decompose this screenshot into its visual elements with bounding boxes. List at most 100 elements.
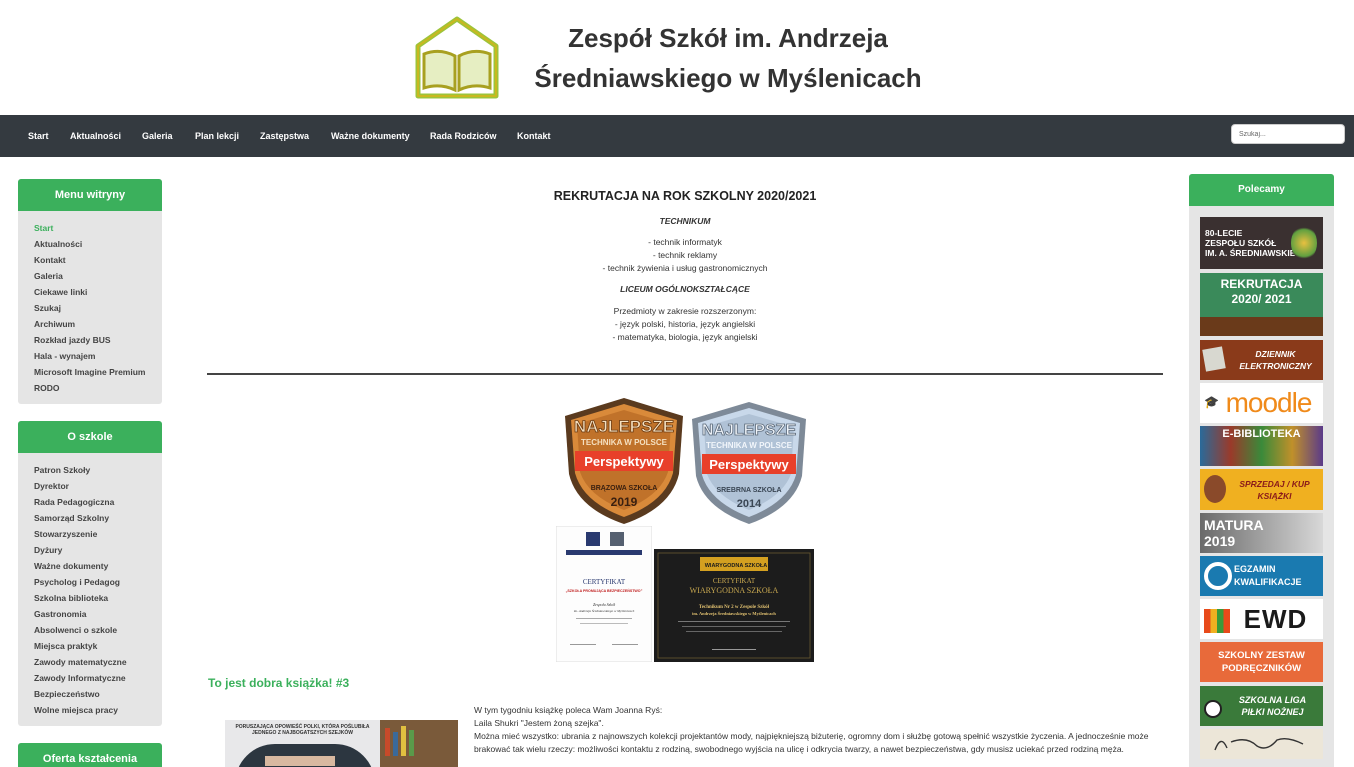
post-line: Laila Shukri "Jestem żoną szejka".: [474, 718, 604, 728]
cert1-school2: im. Andrzeja Średniawskiego w Myślenicac…: [574, 608, 635, 613]
banner-80-line: ZESPOŁU SZKÓŁ: [1205, 238, 1277, 248]
oferta-title: Oferta kształcenia: [18, 743, 162, 767]
banner-egzamin[interactable]: EGZAMIN KWALIFIKACJE: [1200, 556, 1323, 596]
banner-zestaw-line: PODRĘCZNIKÓW: [1221, 663, 1302, 674]
site-title-line2: Średniawskiego w Myślenicach: [534, 63, 922, 93]
banner-rekrutacja[interactable]: REKRUTACJA 2020/ 2021: [1200, 273, 1323, 336]
menu-item-aktualnosci[interactable]: Aktualności: [34, 236, 162, 252]
about-item-bezpieczenstwo[interactable]: Bezpieczeństwo: [34, 686, 162, 702]
about-item-biblioteka[interactable]: Szkolna biblioteka: [34, 590, 162, 606]
search-input[interactable]: [1231, 124, 1345, 144]
about-item-rada-pedagogiczna[interactable]: Rada Pedagogiczna: [34, 494, 162, 510]
banner-matura-line: MATURA: [1204, 517, 1264, 533]
banner-liga-line: SZKOLNA LIGA: [1238, 695, 1307, 705]
liceum-item: - język polski, historia, język angielsk…: [614, 319, 756, 329]
menu-witryny-title: Menu witryny: [18, 179, 162, 211]
badge2-brand: Perspektywy: [709, 457, 789, 472]
menu-item-archiwum[interactable]: Archiwum: [34, 316, 162, 332]
about-item-wolne-miejsca[interactable]: Wolne miejsca pracy: [34, 702, 162, 718]
about-item-samorzad[interactable]: Samorząd Szkolny: [34, 510, 162, 526]
banner-moodle[interactable]: 🎓 moodle: [1200, 383, 1323, 423]
site-header: Zespół Szkół im. Andrzeja Średniawskiego…: [0, 0, 1354, 115]
banner-zestaw[interactable]: SZKOLNY ZESTAW PODRĘCZNIKÓW: [1200, 642, 1323, 682]
banner-dziennik[interactable]: DZIENNIK ELEKTRONICZNY: [1200, 340, 1323, 380]
section-divider: [207, 373, 1163, 375]
post-title[interactable]: To jest dobra książka! #3: [208, 676, 349, 690]
technikum-item: - technik reklamy: [652, 250, 718, 260]
cert2-school2: im. Andrzeja Średniawskiego w Myślenicac…: [692, 611, 776, 616]
book-cover-image[interactable]: PORUSZAJĄCA OPOWIEŚĆ POLKI, KTÓRA POŚLUB…: [225, 720, 458, 767]
post-line: Można mieć wszystko: ubrania z najnowszy…: [474, 731, 1149, 754]
post-body: W tym tygodniu książkę poleca Wam Joanna…: [474, 704, 1154, 756]
banner-ewd[interactable]: EWD: [1200, 599, 1323, 639]
banner-e-biblioteka[interactable]: E-BIBLIOTEKA: [1200, 426, 1323, 466]
menu-item-hala[interactable]: Hala - wynajem: [34, 348, 162, 364]
post-line: W tym tygodniu książkę poleca Wam Joanna…: [474, 705, 663, 715]
about-item-patron[interactable]: Patron Szkoły: [34, 462, 162, 478]
about-item-zawody-inf[interactable]: Zawody Informatyczne: [34, 670, 162, 686]
site-title: Zespół Szkół im. Andrzeja Średniawskiego…: [520, 18, 936, 98]
person-icon: [1204, 475, 1226, 503]
banner-rekrutacja-line: 2020/ 2021: [1231, 292, 1292, 306]
banner-ebiblioteka-text: E-BIBLIOTEKA: [1222, 428, 1301, 440]
nav-zastepstwa[interactable]: Zastępstwa: [260, 115, 309, 157]
banner-rekrutacja-line: REKRUTACJA: [1220, 277, 1303, 291]
about-item-wazne-dokumenty[interactable]: Ważne dokumenty: [34, 558, 162, 574]
nav-galeria[interactable]: Galeria: [142, 115, 173, 157]
nav-plan-lekcji[interactable]: Plan lekcji: [195, 115, 239, 157]
about-item-psycholog[interactable]: Psycholog i Pedagog: [34, 574, 162, 590]
banner-dziennik-line: DZIENNIK: [1255, 349, 1296, 359]
recruitment-title: REKRUTACJA NA ROK SZKOLNY 2020/2021: [553, 189, 817, 203]
about-item-stowarzyszenie[interactable]: Stowarzyszenie: [34, 526, 162, 542]
football-icon: [1204, 700, 1222, 718]
badge2-rank: SREBRNA SZKOŁA: [716, 487, 781, 494]
liceum-intro: Przedmioty w zakresie rozszerzonym:: [613, 306, 757, 316]
banner-signature[interactable]: [1200, 729, 1323, 759]
certificate-wiarygodna-szkola[interactable]: WIARYGODNA SZKOŁA CERTYFIKAT WIARYGODNA …: [654, 549, 814, 662]
badge1-top: NAJLEPSZE: [574, 417, 674, 436]
about-item-dyrektor[interactable]: Dyrektor: [34, 478, 162, 494]
nav-start[interactable]: Start: [28, 115, 49, 157]
about-item-zawody-mat[interactable]: Zawody matematyczne: [34, 654, 162, 670]
banner-zestaw-line: SZKOLNY ZESTAW: [1218, 650, 1305, 661]
about-item-miejsca-praktyk[interactable]: Miejsca praktyk: [34, 638, 162, 654]
nav-rada-rodzicow[interactable]: Rada Rodziców: [430, 115, 497, 157]
nav-kontakt[interactable]: Kontakt: [517, 115, 551, 157]
about-item-absolwenci[interactable]: Absolwenci o szkole: [34, 622, 162, 638]
perspektywy-silver-badge[interactable]: NAJLEPSZE TECHNIKA W POLSCE Perspektywy …: [688, 400, 810, 526]
menu-item-szukaj[interactable]: Szukaj: [34, 300, 162, 316]
banner-80-lecie[interactable]: 80-LECIE ZESPOŁU SZKÓŁ IM. A. ŚREDNIAWSK…: [1200, 217, 1323, 269]
menu-item-rozklad-bus[interactable]: Rozkład jazdy BUS: [34, 332, 162, 348]
oferta-panel: Oferta kształcenia: [18, 743, 162, 767]
nav-aktualnosci[interactable]: Aktualności: [70, 115, 121, 157]
menu-item-rodo[interactable]: RODO: [34, 380, 162, 396]
nav-wazne-dokumenty[interactable]: Ważne dokumenty: [331, 115, 410, 157]
menu-item-ciekawe-linki[interactable]: Ciekawe linki: [34, 284, 162, 300]
book-cover-text: PORUSZAJĄCA OPOWIEŚĆ POLKI, KTÓRA POŚLUB…: [235, 724, 370, 736]
banner-matura[interactable]: MATURA 2019: [1200, 513, 1323, 553]
power-icon: [1204, 562, 1232, 590]
menu-item-start[interactable]: Start: [34, 220, 162, 236]
banner-liga[interactable]: SZKOLNA LIGA PIŁKI NOŻNEJ: [1200, 686, 1323, 726]
banner-sprzedaj[interactable]: SPRZEDAJ / KUP KSIĄŻKI: [1200, 469, 1323, 510]
technikum-label: TECHNIKUM: [659, 216, 711, 226]
menu-item-galeria[interactable]: Galeria: [34, 268, 162, 284]
technikum-item: - technik informatyk: [648, 237, 722, 247]
site-title-line1: Zespół Szkół im. Andrzeja: [568, 23, 888, 53]
tree-icon: [1291, 225, 1317, 261]
banner-egzamin-line: EGZAMIN: [1234, 564, 1276, 574]
book-house-logo-icon[interactable]: [414, 16, 500, 100]
badge2-top: NAJLEPSZE: [702, 422, 797, 439]
about-item-dyzury[interactable]: Dyżury: [34, 542, 162, 558]
certificate-bezpieczenstwo[interactable]: CERTYFIKAT „SZKOŁA PROMUJĄCA BEZPIECZEŃS…: [556, 526, 652, 662]
badge1-sub: TECHNIKA W POLSCE: [581, 438, 668, 447]
banner-moodle-text: moodle: [1225, 387, 1313, 418]
polecamy-panel: Polecamy 80-LECIE ZESPOŁU SZKÓŁ IM. A. Ś…: [1189, 174, 1334, 767]
perspektywy-bronze-badge[interactable]: NAJLEPSZE TECHNIKA W POLSCE Perspektywy …: [561, 396, 687, 526]
banner-sprzedaj-line: SPRZEDAJ / KUP: [1239, 478, 1310, 489]
bar-chart-icon: [1204, 609, 1230, 633]
about-item-gastronomia[interactable]: Gastronomia: [34, 606, 162, 622]
menu-item-kontakt[interactable]: Kontakt: [34, 252, 162, 268]
menu-item-microsoft[interactable]: Microsoft Imagine Premium: [34, 364, 162, 380]
main-content: REKRUTACJA NA ROK SZKOLNY 2020/2021 TECH…: [207, 174, 1163, 767]
